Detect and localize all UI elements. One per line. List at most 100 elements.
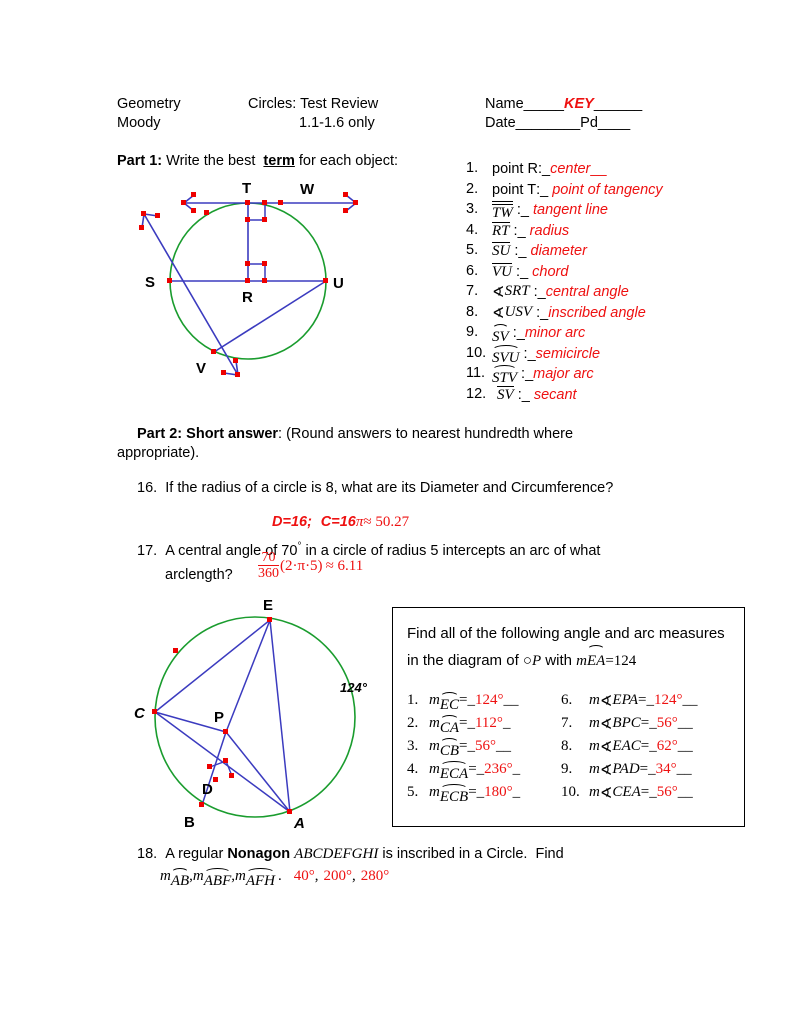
measure-m: m (429, 784, 440, 800)
measures-left-column: 1. m EC = _ 124° __ 2. m CA = _ 112° _ 3. m CB = _ 56° __ … (407, 692, 520, 807)
measure-number: 10. (561, 784, 580, 800)
measure-item: 7. m ∢ BPC = _ 56° __ (561, 715, 697, 738)
measure-m: m (589, 692, 600, 708)
q18-polygon-name: ABCDEFGHI (294, 846, 379, 862)
list-item: 1. point R: _ center __ (466, 160, 663, 181)
item-number: 9. (466, 324, 479, 340)
item-number: 8. (466, 303, 479, 320)
measure-blank-pre: _ (467, 738, 475, 754)
measure-m: m (589, 715, 600, 731)
measure-item: 5. m ECB = _ 180° _ (407, 784, 520, 807)
q18-answer-2: 200° (323, 868, 353, 884)
q16-text: If the radius of a circle is 8, what are… (165, 480, 614, 496)
arc-overline-icon (170, 868, 190, 874)
arc-overline-icon (439, 738, 460, 744)
arc-label: SV (492, 329, 509, 345)
measure-object: ECB (439, 784, 469, 806)
arc-label: AB (170, 873, 190, 889)
arc-overline-icon (203, 868, 232, 874)
measure-number: 2. (407, 715, 419, 731)
measure-eq: = (639, 761, 649, 777)
q18-m2-prefix: m (192, 868, 204, 884)
q17-answer: 70 360 (2·π·5) ≈ 6.11 (258, 551, 363, 581)
name-label: Name_____ (485, 96, 564, 112)
header-course: Geometry (117, 96, 181, 112)
date-field-row: Date________Pd____ (485, 114, 630, 133)
arc-overline-icon (439, 692, 460, 698)
label-B: B (184, 814, 195, 831)
item-object: point T (492, 181, 537, 198)
measure-blank-post: __ (682, 692, 698, 708)
measure-eq: = (468, 784, 477, 800)
measure-blank-post: __ (503, 692, 519, 708)
item-sep: : (509, 222, 518, 239)
arc-overline-icon (492, 365, 518, 371)
measures-box-heading: Find all of the following angle and arc … (407, 623, 744, 672)
item-sep: : (513, 386, 522, 403)
measure-item: 1. m EC = _ 124° __ (407, 692, 520, 715)
part1-answer-list: 1. point R: _ center __ 2. point T: _ point of… (466, 160, 663, 406)
label-arc-measure: 124° (340, 680, 368, 695)
label-E: E (263, 597, 273, 614)
q16-answer-diameter: D=16; (272, 514, 312, 530)
item-answer: semicircle (535, 345, 601, 362)
item-object: SU (492, 242, 511, 259)
worksheet-page: Geometry Moody Circles: Test Review 1.1-… (0, 0, 791, 1024)
item-object: SV (492, 324, 509, 346)
q17-expression: (2·π·5) (280, 557, 323, 574)
measures-head-center-P: P (531, 653, 542, 669)
measure-m: m (589, 761, 600, 777)
q18-answer-1: 40° (293, 868, 315, 884)
q18-text-b: is inscribed in a Circle. Find (378, 846, 564, 862)
q18-nonagon-bold: Nonagon (227, 846, 291, 862)
segment-ea (269, 619, 291, 813)
measure-object: CEA (612, 784, 641, 800)
part1-heading-rest-b: for each object: (294, 153, 399, 169)
measures-head-eq: =124 (605, 653, 637, 669)
item-object: SV (497, 385, 514, 403)
measure-object: CA (439, 715, 460, 737)
item-blank-pre: _ (517, 222, 530, 239)
arc-overline-icon (587, 645, 606, 651)
item-sep: : (529, 284, 538, 300)
q17-number: 17. (137, 542, 158, 559)
item-answer: point of tangency (552, 181, 663, 198)
measure-blank-pre: _ (649, 715, 657, 731)
q18-answer-comma-2: , (352, 868, 356, 884)
arc-overline-icon (245, 868, 276, 874)
measure-number: 9. (561, 761, 573, 777)
q17-approx: ≈ 6.11 (325, 557, 364, 574)
item-sep: : (517, 366, 526, 382)
measure-blank-post: _ (512, 761, 521, 777)
measure-blank-post: __ (495, 738, 511, 754)
measure-number: 4. (407, 761, 419, 777)
list-item: 2. point T: _ point of tangency (466, 181, 663, 202)
label-S: S (145, 274, 155, 291)
measure-blank-post: __ (676, 761, 692, 777)
item-sep: : (532, 304, 541, 321)
measure-number: 1. (407, 692, 419, 708)
circle-symbol-icon: ○ (522, 653, 532, 669)
q16-answer-approx: ≈ 50.27 (363, 514, 410, 530)
measure-number: 5. (407, 784, 419, 800)
arc-label: CB (439, 743, 460, 759)
measure-blank-post: _ (512, 784, 521, 800)
date-label: Date________ (485, 115, 581, 131)
measure-answer: 56° (656, 715, 678, 731)
item-number: 10. (466, 344, 487, 361)
item-answer: major arc (533, 366, 594, 382)
measure-answer: 112° (474, 715, 503, 731)
q17-arclength-label: arclength? (165, 567, 233, 583)
part1-heading-term: term (263, 153, 295, 169)
arc-overline-icon (492, 324, 509, 330)
measure-blank-pre: _ (467, 715, 475, 731)
segment-vu (213, 280, 327, 353)
measure-number: 3. (407, 738, 419, 754)
item-answer: chord (532, 263, 569, 280)
measures-head-line2-b: with (541, 652, 577, 669)
period-label: Pd____ (580, 115, 631, 131)
name-field-row: Name_____KEY______ (485, 95, 642, 114)
angle-symbol-icon: ∢ (599, 717, 613, 733)
measure-blank-pre: _ (649, 784, 657, 800)
measure-object: EC (439, 692, 460, 714)
